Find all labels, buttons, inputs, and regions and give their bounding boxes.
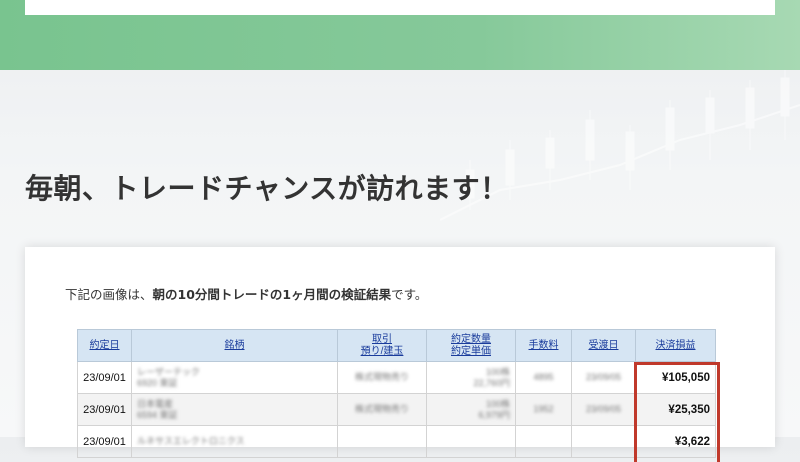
col-settle-date[interactable]: 受渡日 [571,329,636,362]
cell-qty-price: 100株 6,979円 [426,393,516,426]
cell-trade [337,425,427,458]
cell-fee: 4895 [515,361,572,394]
col-trade-type[interactable]: 取引 預り/建玉 [337,329,427,362]
cell-settle [571,425,636,458]
cell-settle: 23/09/05 [571,361,636,394]
cell-trade: 株式現物売り [337,393,427,426]
profit-highlight-box [634,362,720,462]
cell-qty-price [426,425,516,458]
col-fee[interactable]: 手数料 [515,329,572,362]
col-profit-loss[interactable]: 決済損益 [635,329,716,362]
col-trade-date[interactable]: 約定日 [77,329,132,362]
results-card: 下記の画像は、朝の10分間トレードの1ヶ月間の検証結果です。 約定日 銘柄 取引… [25,247,775,462]
cell-fee [515,425,572,458]
trade-results-table: 約定日 銘柄 取引 預り/建玉 約定数量 約定単価 手数料 受渡日 決済損益 23/… [77,329,716,458]
col-security[interactable]: 銘柄 [131,329,338,362]
cell-settle: 23/09/05 [571,393,636,426]
table-row: 23/09/01 ルネサスエレクトロニクス ¥3,622 [77,425,716,458]
cell-security: ルネサスエレクトロニクス [131,425,338,458]
cell-trade: 株式現物売り [337,361,427,394]
intro-prefix: 下記の画像は、 [65,287,153,302]
table-row: 23/09/01 日本電産 6594 東証 株式現物売り 100株 6,979円 1… [77,393,716,426]
candlestick-chart-decoration [440,70,800,221]
cell-date: 23/09/01 [77,425,132,458]
top-white-card [25,0,775,15]
section-heading: 毎朝、トレードチャンスが訪れます！ [25,172,509,205]
cell-date: 23/09/01 [77,393,132,426]
cell-qty-price: 100株 22,760円 [426,361,516,394]
cell-fee: 1952 [515,393,572,426]
intro-text: 下記の画像は、朝の10分間トレードの1ヶ月間の検証結果です。 [65,284,427,303]
cell-date: 23/09/01 [77,361,132,394]
cell-security: 日本電産 6594 東証 [131,393,338,426]
col-qty-price[interactable]: 約定数量 約定単価 [426,329,516,362]
table-header-row: 約定日 銘柄 取引 預り/建玉 約定数量 約定単価 手数料 受渡日 決済損益 [77,329,716,362]
cell-security: レーザーテック 6920 東証 [131,361,338,394]
table-row: 23/09/01 レーザーテック 6920 東証 株式現物売り 100株 22,76… [77,361,716,394]
intro-suffix: です。 [391,287,428,302]
intro-bold: 朝の10分間トレードの1ヶ月間の検証結果 [152,287,392,302]
